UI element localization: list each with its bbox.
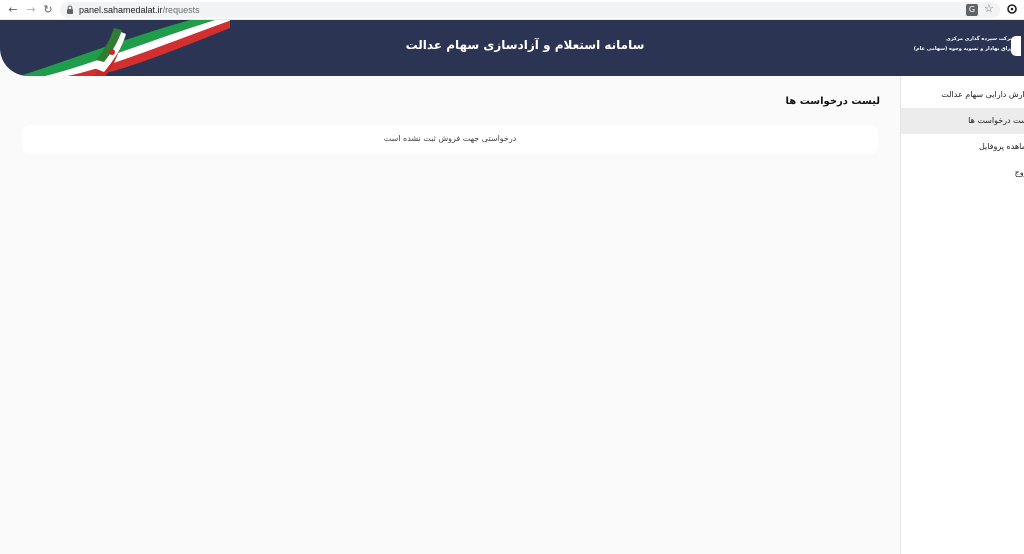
extension-icon[interactable] xyxy=(1006,3,1018,15)
page-header-title: سامانه استعلام و آزادسازی سهام عدالت xyxy=(405,38,645,52)
sidebar-item-logout[interactable]: خروج xyxy=(901,160,1024,186)
reload-icon[interactable]: ↻ xyxy=(41,3,55,17)
sidebar-item-asset-report[interactable]: گزارش دارایی سهام عدالت xyxy=(901,82,1024,108)
bookmark-star-icon[interactable]: ☆ xyxy=(984,2,994,16)
empty-state-message: درخواستی جهت فروش ثبت نشده است xyxy=(383,134,517,143)
page-title: لیست درخواست ها xyxy=(785,96,880,107)
forward-arrow-icon[interactable]: → xyxy=(24,3,38,17)
logo-mark-icon xyxy=(1011,36,1021,56)
sidebar-item-label: خروج xyxy=(1014,168,1024,177)
site-header: سامانه استعلام و آزادسازی سهام عدالت شرک… xyxy=(0,20,1024,76)
sidebar-item-profile[interactable]: مشاهده پروفایل xyxy=(901,134,1024,160)
back-arrow-icon[interactable]: ← xyxy=(6,3,20,17)
empty-state-card: درخواستی جهت فروش ثبت نشده است xyxy=(22,125,878,154)
logo-line-1: شرکت سپرده گذاری مرکزی xyxy=(946,36,1015,42)
browser-toolbar: ← → ↻ panel.sahamedalat.ir/requests G ☆ xyxy=(0,0,1024,20)
sidebar-item-requests[interactable]: لیست درخواست ها xyxy=(901,108,1024,134)
url-path: /requests xyxy=(162,5,200,15)
url-text: panel.sahamedalat.ir/requests xyxy=(79,3,200,17)
iran-flag-banner xyxy=(20,20,230,76)
url-host: panel.sahamedalat.ir xyxy=(79,5,163,15)
sidebar-item-label: گزارش دارایی سهام عدالت xyxy=(941,90,1024,99)
address-bar[interactable]: panel.sahamedalat.ir/requests xyxy=(60,2,1000,18)
lock-icon xyxy=(67,5,73,14)
sidebar: گزارش دارایی سهام عدالت لیست درخواست ها … xyxy=(900,76,1024,554)
company-logo: شرکت سپرده گذاری مرکزی اوراق بهادار و تس… xyxy=(914,34,1021,66)
logo-line-2: اوراق بهادار و تسویه وجوه (سهامی عام) xyxy=(913,46,1015,52)
sidebar-item-label: مشاهده پروفایل xyxy=(978,142,1024,151)
translate-icon[interactable]: G xyxy=(966,4,978,16)
sidebar-item-label: لیست درخواست ها xyxy=(968,116,1024,125)
